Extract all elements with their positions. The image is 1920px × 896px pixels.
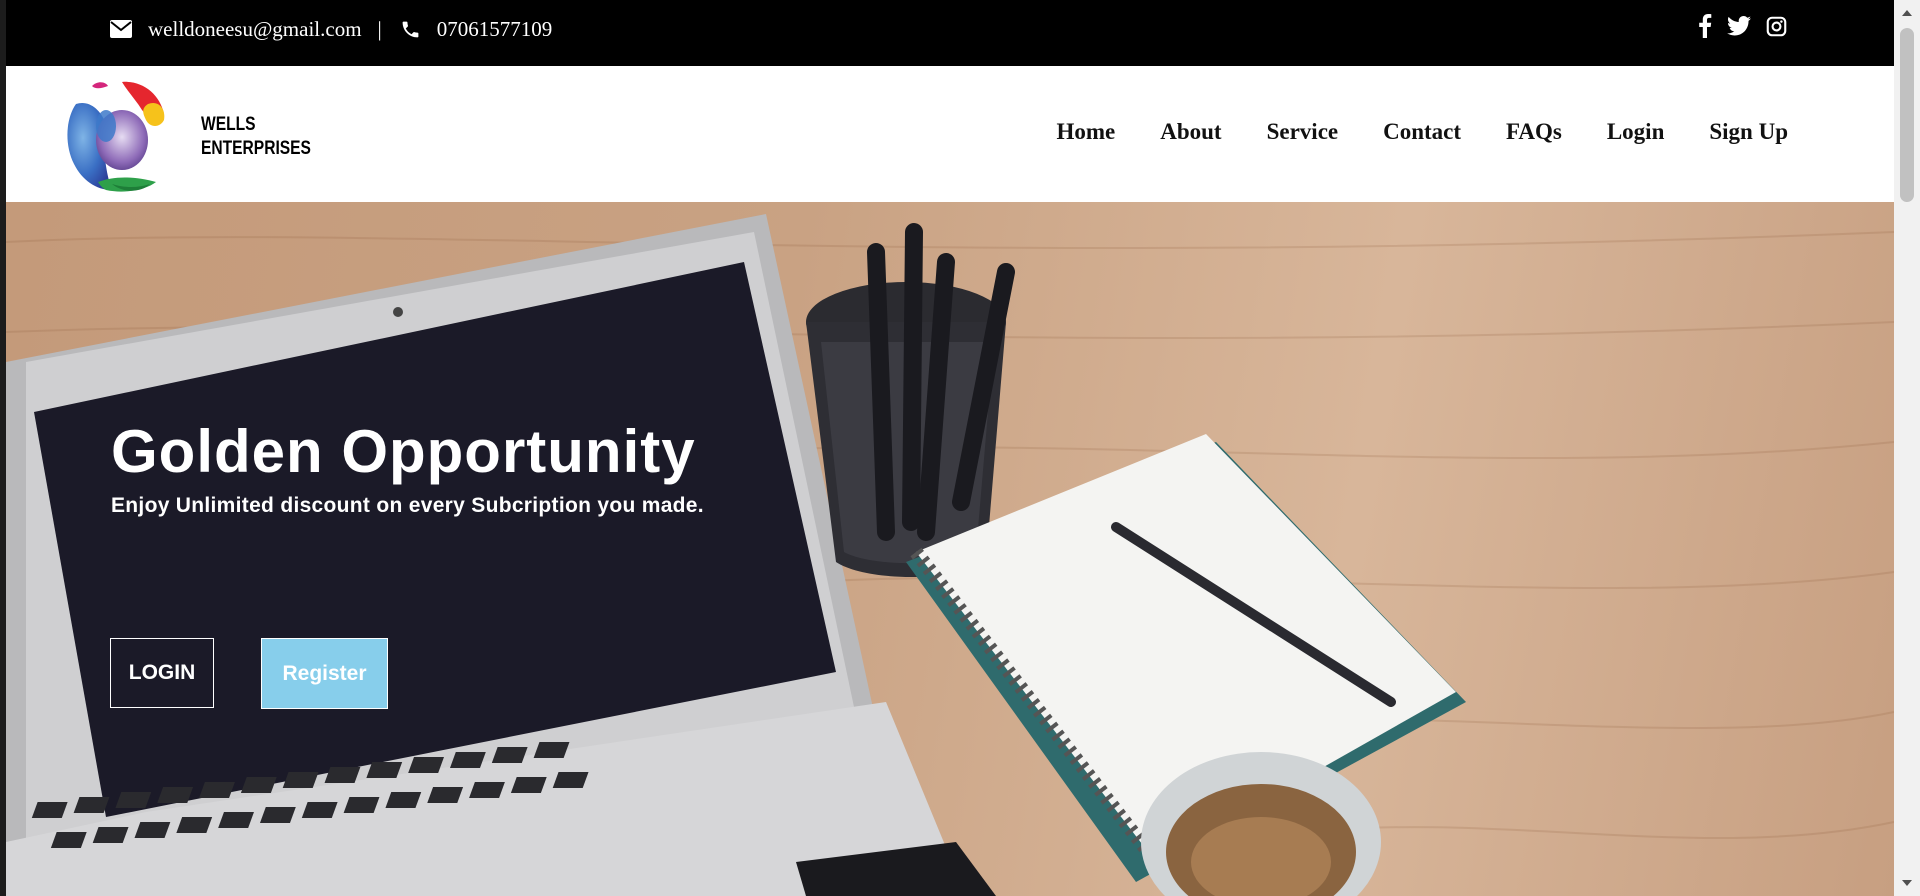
nav-about[interactable]: About [1160, 119, 1221, 145]
instagram-icon[interactable] [1766, 16, 1787, 43]
contact-info: welldoneesu@gmail.com | 07061577109 [110, 0, 552, 58]
nav-home[interactable]: Home [1056, 119, 1115, 145]
contact-separator: | [377, 16, 382, 41]
nav-service[interactable]: Service [1267, 119, 1339, 145]
window-left-edge [0, 0, 6, 896]
main-nav: Home About Service Contact FAQs Login Si… [1011, 66, 1788, 198]
phone-icon [400, 19, 421, 40]
scroll-down-arrow-icon[interactable] [1902, 880, 1912, 886]
hero-section [6, 202, 1894, 896]
hero-login-button[interactable]: LOGIN [110, 638, 214, 708]
hero-register-button[interactable]: Register [261, 638, 388, 709]
hero-title: Golden Opportunity [111, 418, 696, 485]
scroll-up-arrow-icon[interactable] [1902, 10, 1912, 16]
top-contact-bar: welldoneesu@gmail.com | 07061577109 [0, 0, 1894, 66]
nav-faqs[interactable]: FAQs [1506, 119, 1562, 145]
email-link[interactable]: welldoneesu@gmail.com [148, 17, 362, 42]
brand-name-line2: ENTERPRISES [201, 138, 311, 159]
nav-sign-up[interactable]: Sign Up [1709, 119, 1788, 145]
nav-login[interactable]: Login [1607, 119, 1665, 145]
brand-logo[interactable] [62, 78, 170, 194]
hero-background-image [6, 214, 1894, 896]
social-links [1698, 0, 1787, 58]
brand-name: WELLS ENTERPRISES [201, 113, 311, 161]
nav-contact[interactable]: Contact [1383, 119, 1461, 145]
brand-name-line1: WELLS [201, 114, 256, 135]
facebook-icon[interactable] [1698, 14, 1712, 44]
hero-subtitle: Enjoy Unlimited discount on every Subcri… [111, 494, 704, 517]
page-scrollbar[interactable] [1894, 0, 1920, 896]
site-header: WELLS ENTERPRISES Home About Service Con… [6, 66, 1894, 202]
scroll-thumb[interactable] [1900, 28, 1914, 202]
envelope-icon [110, 20, 132, 38]
twitter-icon[interactable] [1727, 16, 1751, 42]
phone-number[interactable]: 07061577109 [437, 17, 553, 42]
